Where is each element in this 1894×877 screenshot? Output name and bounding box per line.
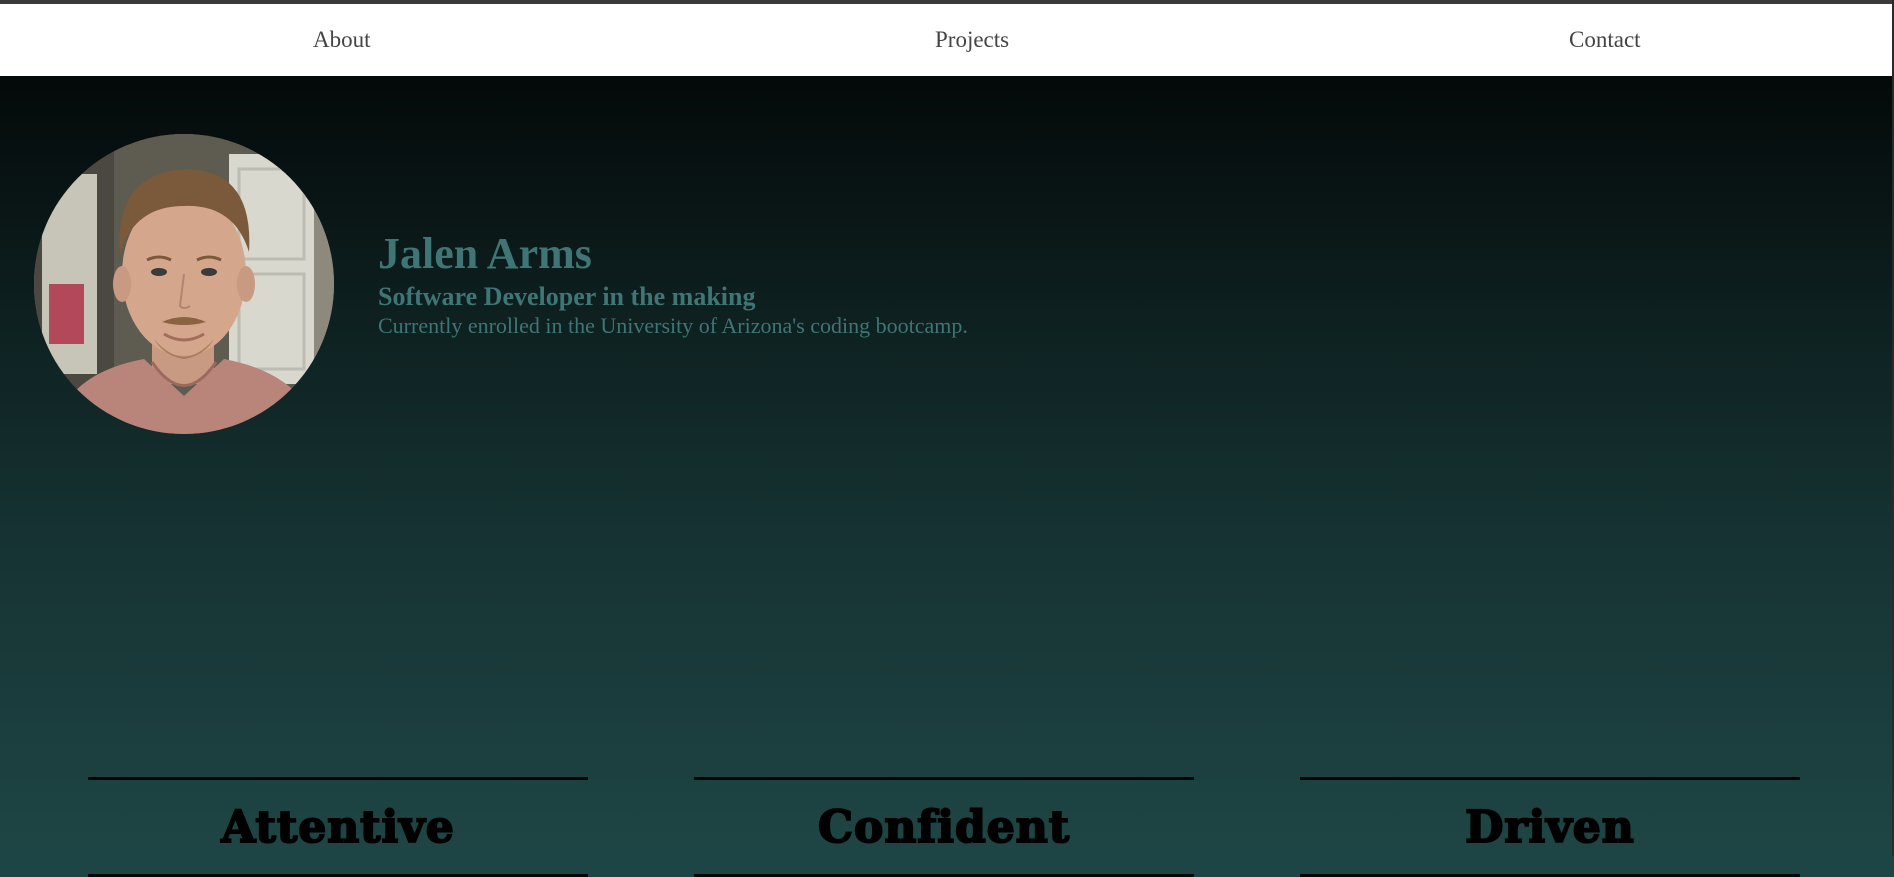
hero-section: Jalen Arms Software Developer in the mak… xyxy=(0,76,1894,877)
avatar xyxy=(34,134,334,434)
hero-blurb: Currently enrolled in the University of … xyxy=(378,313,968,338)
trait-label: Driven xyxy=(1464,802,1635,854)
trait-card-attentive: Attentive xyxy=(88,777,588,877)
trait-divider-top xyxy=(694,777,1194,780)
top-navigation: About Projects Contact xyxy=(0,4,1894,76)
profile-photo-icon xyxy=(34,134,334,434)
nav-link-about[interactable]: About xyxy=(313,4,371,76)
nav-link-projects[interactable]: Projects xyxy=(935,4,1009,76)
trait-divider-top xyxy=(88,777,588,780)
trait-label: Attentive xyxy=(220,802,455,854)
trait-label: Confident xyxy=(817,802,1071,854)
trait-card-confident: Confident xyxy=(694,777,1194,877)
trait-card-driven: Driven xyxy=(1300,777,1800,877)
trait-divider-top xyxy=(1300,777,1800,780)
hero-tagline: Software Developer in the making xyxy=(378,282,756,311)
page-title: Jalen Arms xyxy=(378,229,592,278)
nav-link-contact[interactable]: Contact xyxy=(1569,4,1641,76)
hero-intro: Jalen Arms Software Developer in the mak… xyxy=(378,230,968,340)
